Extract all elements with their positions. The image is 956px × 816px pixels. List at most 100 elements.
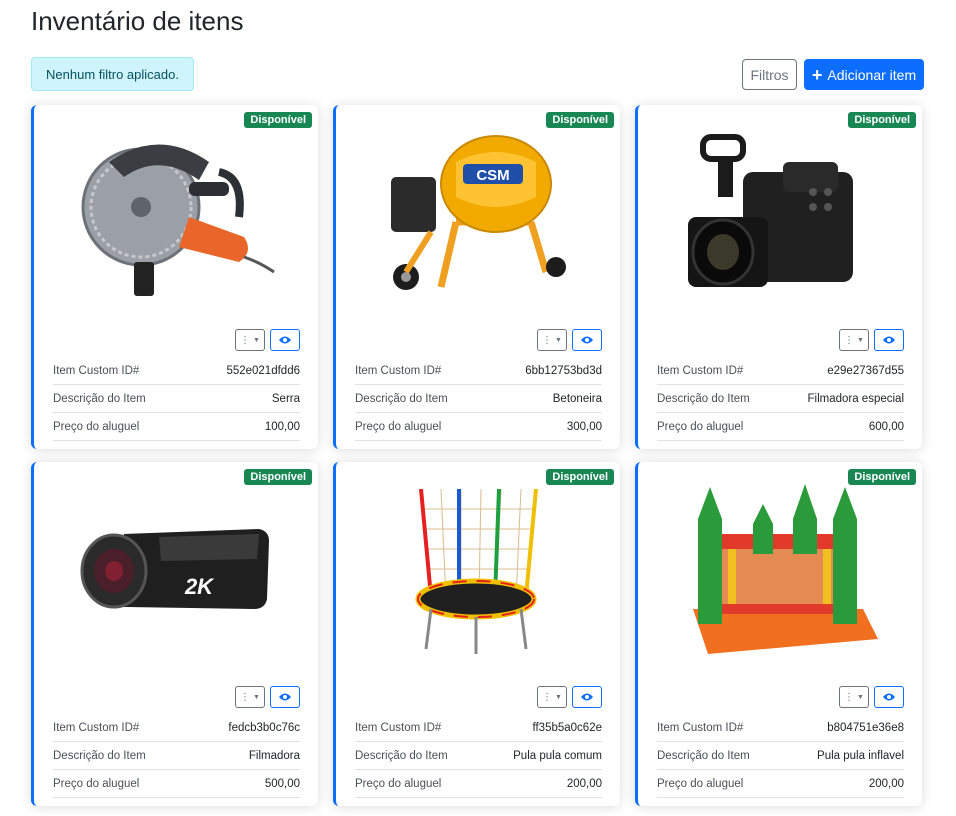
eye-icon xyxy=(581,336,593,344)
description-label: Descrição do Item xyxy=(53,392,146,405)
description-row: Descrição do Item Betoneira xyxy=(355,385,602,413)
camcorder-2k-text: 2K xyxy=(184,574,215,599)
page-title: Inventário de itens xyxy=(31,6,244,36)
description-value: Pula pula comum xyxy=(513,749,602,762)
price-label: Preço do aluguel xyxy=(53,777,140,790)
mixer-brand-text: CSM xyxy=(476,167,509,184)
more-vertical-icon: ⋮ xyxy=(844,334,855,346)
trampoline-icon xyxy=(411,484,541,654)
price-value: 600,00 xyxy=(868,420,904,433)
chevron-down-icon: ▼ xyxy=(857,336,864,344)
eye-icon xyxy=(883,693,895,701)
custom-id-label: Item Custom ID# xyxy=(657,364,744,377)
more-vertical-icon: ⋮ xyxy=(542,691,553,703)
description-row: Descrição do Item Pula pula comum xyxy=(355,742,602,770)
description-value: Betoneira xyxy=(552,392,602,405)
custom-id-row: Item Custom ID# 6bb12753bd3d xyxy=(355,357,602,385)
description-row: Descrição do Item Pula pula inflavel xyxy=(657,742,904,770)
description-label: Descrição do Item xyxy=(53,749,146,762)
price-value: 100,00 xyxy=(264,420,300,433)
eye-icon xyxy=(883,336,895,344)
description-row: Descrição do Item Filmadora especial xyxy=(657,385,904,413)
description-value: Pula pula inflavel xyxy=(817,749,904,762)
item-info: Item Custom ID# ff35b5a0c62e Descrição do… xyxy=(355,714,602,798)
more-vertical-icon: ⋮ xyxy=(240,334,251,346)
custom-id-value: 6bb12753bd3d xyxy=(525,364,602,377)
chevron-down-icon: ▼ xyxy=(253,693,260,701)
price-label: Preço do aluguel xyxy=(355,420,442,433)
view-button[interactable] xyxy=(270,686,300,708)
more-options-button[interactable]: ⋮ ▼ xyxy=(537,686,567,708)
view-button[interactable] xyxy=(572,329,602,351)
more-vertical-icon: ⋮ xyxy=(240,691,251,703)
view-button[interactable] xyxy=(874,329,904,351)
custom-id-value: e29e27367d55 xyxy=(827,364,904,377)
add-item-label: Adicionar item xyxy=(827,66,917,83)
custom-id-label: Item Custom ID# xyxy=(53,721,140,734)
custom-id-label: Item Custom ID# xyxy=(657,721,744,734)
price-value: 300,00 xyxy=(566,420,602,433)
custom-id-value: ff35b5a0c62e xyxy=(532,721,603,734)
more-options-button[interactable]: ⋮ ▼ xyxy=(537,329,567,351)
custom-id-label: Item Custom ID# xyxy=(53,364,140,377)
card-actions: ⋮ ▼ xyxy=(839,686,904,708)
custom-id-label: Item Custom ID# xyxy=(355,364,442,377)
more-options-button[interactable]: ⋮ ▼ xyxy=(235,686,265,708)
description-label: Descrição do Item xyxy=(657,749,750,762)
view-button[interactable] xyxy=(874,686,904,708)
price-row: Preço do aluguel 300,00 xyxy=(355,413,602,441)
price-label: Preço do aluguel xyxy=(53,420,140,433)
price-value: 200,00 xyxy=(566,777,602,790)
price-row: Preço do aluguel 200,00 xyxy=(657,770,904,798)
item-info: Item Custom ID# fedcb3b0c76c Descrição do… xyxy=(53,714,300,798)
item-card: Disponível CSM ⋮ ▼ Item Custom ID# 6bb1275… xyxy=(333,105,620,449)
item-info: Item Custom ID# e29e27367d55 Descrição do… xyxy=(657,357,904,441)
custom-id-row: Item Custom ID# 552e021dfdd6 xyxy=(53,357,300,385)
add-item-button[interactable]: + Adicionar item xyxy=(804,59,924,90)
pro-camcorder-icon xyxy=(688,134,853,287)
eye-icon xyxy=(279,693,291,701)
custom-id-value: fedcb3b0c76c xyxy=(228,721,300,734)
chevron-down-icon: ▼ xyxy=(555,693,562,701)
plus-icon: + xyxy=(811,64,823,85)
item-card: Disponível ⋮ ▼ Item Custom ID# e29e27367d5… xyxy=(635,105,922,449)
card-actions: ⋮ ▼ xyxy=(839,329,904,351)
card-actions: ⋮ ▼ xyxy=(537,686,602,708)
more-options-button[interactable]: ⋮ ▼ xyxy=(235,329,265,351)
custom-id-row: Item Custom ID# e29e27367d55 xyxy=(657,357,904,385)
filters-button[interactable]: Filtros xyxy=(742,59,797,90)
card-actions: ⋮ ▼ xyxy=(235,329,300,351)
chevron-down-icon: ▼ xyxy=(555,336,562,344)
item-info: Item Custom ID# 552e021dfdd6 Descrição do… xyxy=(53,357,300,441)
camcorder-icon: 2K xyxy=(80,529,269,609)
price-label: Preço do aluguel xyxy=(355,777,442,790)
item-card: Disponível ⋮ ▼ Item Custom ID# 552e021dfdd… xyxy=(31,105,318,449)
item-image xyxy=(658,117,898,307)
filter-status-alert: Nenhum filtro aplicado. xyxy=(31,57,194,91)
item-image xyxy=(54,117,294,307)
item-card: Disponível 2K ⋮ ▼ Item Custom ID# fedcb3b0… xyxy=(31,462,318,806)
price-value: 500,00 xyxy=(264,777,300,790)
price-label: Preço do aluguel xyxy=(657,777,744,790)
item-image: CSM xyxy=(356,117,596,307)
item-image xyxy=(356,474,596,664)
chevron-down-icon: ▼ xyxy=(253,336,260,344)
description-label: Descrição do Item xyxy=(355,749,448,762)
bounce-house-icon xyxy=(693,484,878,654)
price-row: Preço do aluguel 500,00 xyxy=(53,770,300,798)
eye-icon xyxy=(279,336,291,344)
price-row: Preço do aluguel 100,00 xyxy=(53,413,300,441)
eye-icon xyxy=(581,693,593,701)
custom-id-value: b804751e36e8 xyxy=(827,721,904,734)
view-button[interactable] xyxy=(270,329,300,351)
more-options-button[interactable]: ⋮ ▼ xyxy=(839,329,869,351)
chevron-down-icon: ▼ xyxy=(857,693,864,701)
description-row: Descrição do Item Serra xyxy=(53,385,300,413)
description-value: Serra xyxy=(271,392,300,405)
view-button[interactable] xyxy=(572,686,602,708)
price-row: Preço do aluguel 600,00 xyxy=(657,413,904,441)
custom-id-value: 552e021dfdd6 xyxy=(226,364,300,377)
custom-id-row: Item Custom ID# b804751e36e8 xyxy=(657,714,904,742)
more-options-button[interactable]: ⋮ ▼ xyxy=(839,686,869,708)
concrete-mixer-icon: CSM xyxy=(391,135,566,290)
